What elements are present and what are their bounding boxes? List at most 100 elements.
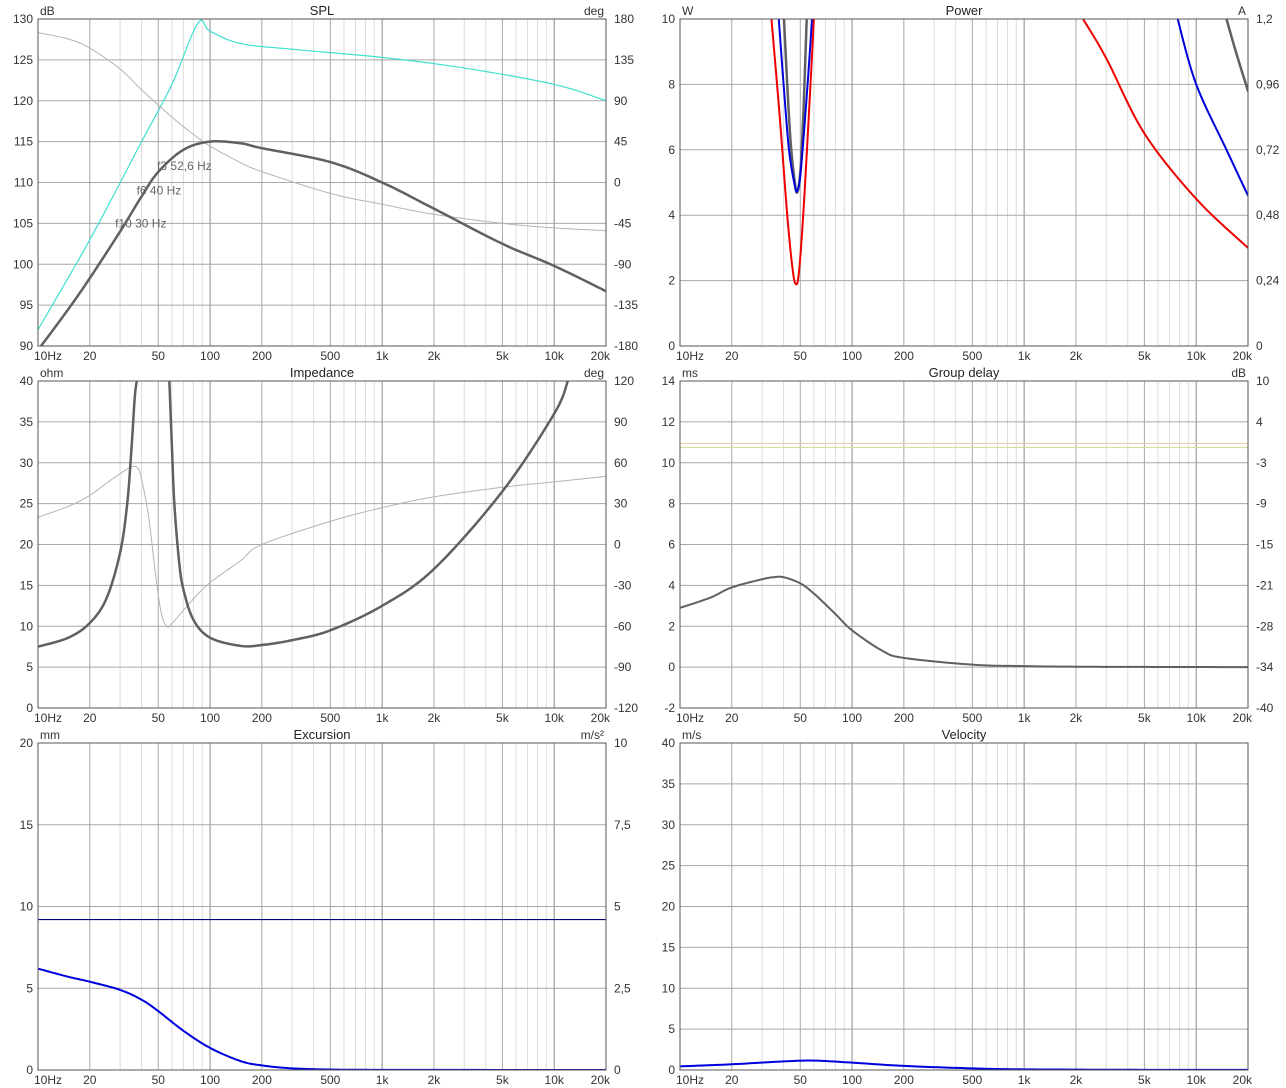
- chart-panel-group-delay: Group delayms dB-202468101214-40-34-28-21…: [662, 365, 1274, 725]
- x-tick-label: 20: [725, 711, 739, 725]
- x-tick-label: 20: [83, 711, 97, 725]
- x-tick-label: 20k: [1233, 711, 1253, 725]
- annotation-label: f10 30 Hz: [115, 216, 166, 230]
- x-tick-label: 10Hz: [676, 1073, 704, 1087]
- left-tick-label: 6: [668, 143, 675, 157]
- left-tick-label: 125: [13, 53, 33, 67]
- x-tick-label: 500: [320, 711, 340, 725]
- right-tick-label: 10: [1256, 374, 1270, 388]
- x-tick-label: 10Hz: [34, 711, 62, 725]
- right-tick-label: 0,48: [1256, 208, 1280, 222]
- left-tick-label: 15: [20, 578, 34, 592]
- x-tick-label: 100: [200, 711, 220, 725]
- left-tick-label: 105: [13, 216, 33, 230]
- left-tick-label: 20: [20, 736, 34, 750]
- x-tick-label: 2k: [1070, 349, 1084, 363]
- right-axis-unit: A: [1238, 4, 1246, 18]
- left-tick-label: 20: [662, 900, 676, 914]
- x-tick-label: 5k: [1138, 349, 1152, 363]
- x-tick-label: 20: [83, 1073, 97, 1087]
- right-tick-label: -120: [614, 701, 638, 715]
- left-tick-label: 10: [20, 900, 34, 914]
- left-axis-unit: mm: [40, 728, 60, 742]
- right-tick-label: -3: [1256, 456, 1267, 470]
- x-tick-label: 20: [725, 349, 739, 363]
- chart-panel-power: PowerW A024681000,240,480,720,961,210Hz 20…: [662, 3, 1280, 363]
- left-tick-label: 40: [20, 374, 34, 388]
- right-tick-label: -15: [1256, 538, 1274, 552]
- right-tick-label: -90: [614, 660, 632, 674]
- right-axis-unit: deg: [584, 4, 604, 18]
- left-tick-label: 10: [662, 456, 676, 470]
- x-tick-label: 100: [842, 1073, 862, 1087]
- x-tick-label: 20: [725, 1073, 739, 1087]
- x-tick-label: 1k: [376, 1073, 390, 1087]
- x-tick-label: 200: [894, 711, 914, 725]
- chart-panel-velocity: Velocity m/s 0 5 10 15 20 25 30 35 40 10Hz 20 50 100 20…: [662, 727, 1253, 1087]
- right-tick-label: -135: [614, 298, 638, 312]
- x-tick-label: 50: [794, 1073, 808, 1087]
- x-tick-label: 5k: [496, 1073, 510, 1087]
- right-tick-label: 4: [1256, 415, 1263, 429]
- x-tick-label: 10Hz: [676, 711, 704, 725]
- left-tick-label: 4: [668, 578, 675, 592]
- left-tick-label: 90: [20, 339, 34, 353]
- x-tick-label: 20k: [591, 349, 611, 363]
- right-tick-label: -21: [1256, 578, 1274, 592]
- right-tick-label: 180: [614, 12, 634, 26]
- x-tick-label: 5k: [1138, 1073, 1152, 1087]
- right-tick-label: 45: [614, 135, 628, 149]
- x-tick-label: 200: [252, 1073, 272, 1087]
- x-tick-label: 5k: [1138, 711, 1152, 725]
- x-tick-label: 100: [842, 711, 862, 725]
- left-tick-label: 6: [668, 538, 675, 552]
- x-tick-label: 1k: [1018, 1073, 1032, 1087]
- right-tick-label: 0: [1256, 339, 1263, 353]
- left-tick-label: -2: [664, 701, 675, 715]
- left-tick-label: 15: [20, 818, 34, 832]
- right-tick-label: 135: [614, 53, 634, 67]
- x-tick-label: 500: [320, 349, 340, 363]
- left-tick-label: 0: [26, 1063, 33, 1077]
- left-tick-label: 10: [662, 981, 676, 995]
- left-tick-label: 100: [13, 257, 33, 271]
- x-tick-label: 200: [252, 711, 272, 725]
- left-tick-label: 35: [662, 777, 676, 791]
- right-tick-label: -60: [614, 619, 632, 633]
- left-axis-unit: ms: [682, 366, 698, 380]
- right-tick-label: 0: [614, 538, 621, 552]
- annotation-label: f6 40 Hz: [137, 184, 182, 198]
- left-tick-label: 25: [20, 497, 34, 511]
- left-tick-label: 2: [668, 274, 675, 288]
- x-tick-label: 5k: [496, 349, 510, 363]
- chart-title: SPL: [310, 3, 335, 18]
- right-tick-label: -45: [614, 216, 632, 230]
- x-tick-label: 1k: [1018, 711, 1032, 725]
- x-tick-label: 100: [200, 349, 220, 363]
- right-tick-label: -180: [614, 339, 638, 353]
- x-tick-label: 500: [962, 349, 982, 363]
- x-tick-label: 20k: [1233, 349, 1253, 363]
- x-tick-label: 50: [152, 349, 166, 363]
- left-tick-label: 8: [668, 77, 675, 91]
- right-tick-label: 0,72: [1256, 143, 1280, 157]
- chart-title: Excursion: [293, 727, 350, 742]
- x-tick-label: 20: [83, 349, 97, 363]
- left-axis-unit: dB: [40, 4, 55, 18]
- x-tick-label: 2k: [1070, 1073, 1084, 1087]
- left-tick-label: 110: [14, 176, 33, 190]
- left-tick-label: 5: [26, 981, 33, 995]
- left-tick-label: 5: [26, 660, 33, 674]
- right-tick-label: -9: [1256, 497, 1267, 511]
- right-tick-label: 0,24: [1256, 274, 1280, 288]
- right-tick-label: -90: [614, 257, 632, 271]
- x-tick-label: 10k: [545, 1073, 565, 1087]
- right-tick-label: 90: [614, 94, 628, 108]
- left-tick-label: 30: [20, 456, 34, 470]
- plot-area: [680, 19, 1248, 346]
- right-axis-unit: deg: [584, 366, 604, 380]
- x-tick-label: 2k: [428, 711, 442, 725]
- x-tick-label: 2k: [1070, 711, 1084, 725]
- left-tick-label: 120: [13, 94, 33, 108]
- x-tick-label: 200: [894, 1073, 914, 1087]
